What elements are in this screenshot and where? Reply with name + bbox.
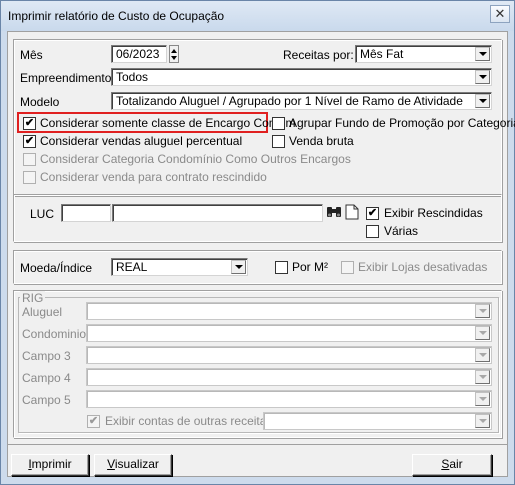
visualizar-label: isualizar [114, 457, 159, 471]
exibir-rescindidas-label: Exibir Rescindidas [384, 206, 483, 220]
considerar-somente-classe-label: Considerar somente classe de Encargo Com… [40, 116, 296, 130]
exibir-contas-checkbox[interactable] [87, 415, 100, 428]
rig-campo4-select[interactable] [86, 368, 492, 386]
exibir-lojas-checkbox[interactable] [341, 261, 354, 274]
rig-aluguel-select[interactable] [86, 302, 492, 320]
mes-spinner[interactable] [169, 45, 179, 63]
luc-name-input[interactable] [112, 204, 323, 222]
chevron-down-icon[interactable] [231, 260, 246, 274]
spin-down-icon[interactable] [171, 56, 177, 60]
rig-campo5-select[interactable] [86, 390, 492, 408]
luc-panel: LUC Exibir Rescindidas [13, 194, 502, 242]
imprimir-label: mprimir [31, 457, 72, 471]
chevron-down-icon[interactable] [475, 70, 490, 84]
filters-panel: Mês 06/2023 Receitas por: Mês Fat Empree… [13, 39, 515, 196]
new-document-icon[interactable] [345, 204, 359, 220]
varias-checkbox[interactable] [366, 225, 379, 238]
chevron-down-icon[interactable] [475, 348, 490, 362]
luc-code-input[interactable] [61, 204, 111, 222]
footer-divider [8, 444, 507, 445]
por-m2-checkbox[interactable] [275, 261, 288, 274]
exibir-contas-select[interactable] [263, 412, 492, 430]
spin-up-icon[interactable] [171, 49, 177, 53]
sair-label: air [449, 457, 463, 471]
por-m2-label: Por M² [292, 260, 328, 274]
receitas-value: Mês Fat [360, 47, 404, 61]
considerar-venda-contrato-label: Considerar venda para contrato rescindid… [40, 170, 267, 184]
rig-condominio-label: Condominio [22, 327, 87, 341]
moeda-label: Moeda/Índice [20, 261, 93, 275]
agrupar-fundo-checkbox[interactable] [272, 117, 285, 130]
visualizar-mnemonic: V [107, 457, 115, 471]
title-bar: Imprimir relatório de Custo de Ocupação … [1, 1, 514, 31]
agrupar-fundo-label: Agrupar Fundo de Promoção por Categoria [289, 116, 515, 130]
receitas-select[interactable]: Mês Fat [355, 45, 492, 63]
print-report-window: Imprimir relatório de Custo de Ocupação … [0, 0, 515, 485]
binoculars-icon[interactable] [326, 204, 342, 220]
empreendimento-value: Todos [116, 70, 149, 84]
moeda-value: REAL [116, 260, 148, 274]
rig-panel: RIG Aluguel Condominio Campo 3 Campo 4 C… [13, 290, 502, 438]
rig-condominio-select[interactable] [86, 324, 492, 342]
moeda-select[interactable]: REAL [111, 258, 248, 276]
luc-label: LUC [30, 207, 55, 221]
imprimir-button[interactable]: Imprimir [11, 454, 89, 476]
sair-button[interactable]: Sair [412, 454, 492, 476]
mes-label: Mês [20, 48, 43, 62]
venda-bruta-checkbox[interactable] [272, 135, 285, 148]
rig-aluguel-label: Aluguel [22, 305, 63, 319]
window-title: Imprimir relatório de Custo de Ocupação [8, 9, 225, 23]
chevron-down-icon[interactable] [475, 94, 490, 108]
exibir-lojas-label: Exibir Lojas desativadas [358, 260, 488, 274]
considerar-somente-classe-checkbox[interactable] [23, 117, 36, 130]
rig-campo5-label: Campo 5 [22, 393, 71, 407]
chevron-down-icon[interactable] [475, 304, 490, 318]
receitas-label: Receitas por: [283, 48, 354, 62]
chevron-down-icon[interactable] [475, 414, 490, 428]
considerar-vendas-aluguel-checkbox[interactable] [23, 135, 36, 148]
rig-campo4-label: Campo 4 [22, 371, 71, 385]
considerar-vendas-aluguel-label: Considerar vendas aluguel percentual [40, 134, 243, 148]
chevron-down-icon[interactable] [475, 326, 490, 340]
exibir-contas-label: Exibir contas de outras receitas [105, 414, 273, 428]
close-icon[interactable]: ✕ [490, 5, 510, 23]
empreendimento-select[interactable]: Todos [111, 68, 492, 86]
rig-campo3-select[interactable] [86, 346, 492, 364]
chevron-down-icon[interactable] [475, 392, 490, 406]
visualizar-button[interactable]: Visualizar [94, 454, 172, 476]
modelo-label: Modelo [20, 95, 60, 109]
chevron-down-icon[interactable] [475, 370, 490, 384]
considerar-categoria-condominio-label: Considerar Categoria Condomínio Como Out… [40, 152, 351, 166]
chevron-down-icon[interactable] [475, 47, 490, 61]
moeda-panel: Moeda/Índice REAL Por M² Exibir Lojas de… [13, 250, 502, 284]
rig-campo3-label: Campo 3 [22, 349, 71, 363]
modelo-select[interactable]: Totalizando Aluguel / Agrupado por 1 Nív… [111, 92, 492, 110]
considerar-categoria-condominio-checkbox[interactable] [23, 153, 36, 166]
mes-input[interactable]: 06/2023 [111, 45, 167, 63]
exibir-rescindidas-checkbox[interactable] [366, 207, 379, 220]
modelo-value: Totalizando Aluguel / Agrupado por 1 Nív… [116, 94, 463, 108]
rig-title: RIG [20, 291, 46, 305]
venda-bruta-label: Venda bruta [289, 134, 354, 148]
dialog-body: Mês 06/2023 Receitas por: Mês Fat Empree… [7, 31, 515, 477]
considerar-venda-contrato-checkbox[interactable] [23, 171, 36, 184]
varias-label: Várias [384, 224, 419, 238]
empreendimento-label: Empreendimento [20, 71, 112, 85]
